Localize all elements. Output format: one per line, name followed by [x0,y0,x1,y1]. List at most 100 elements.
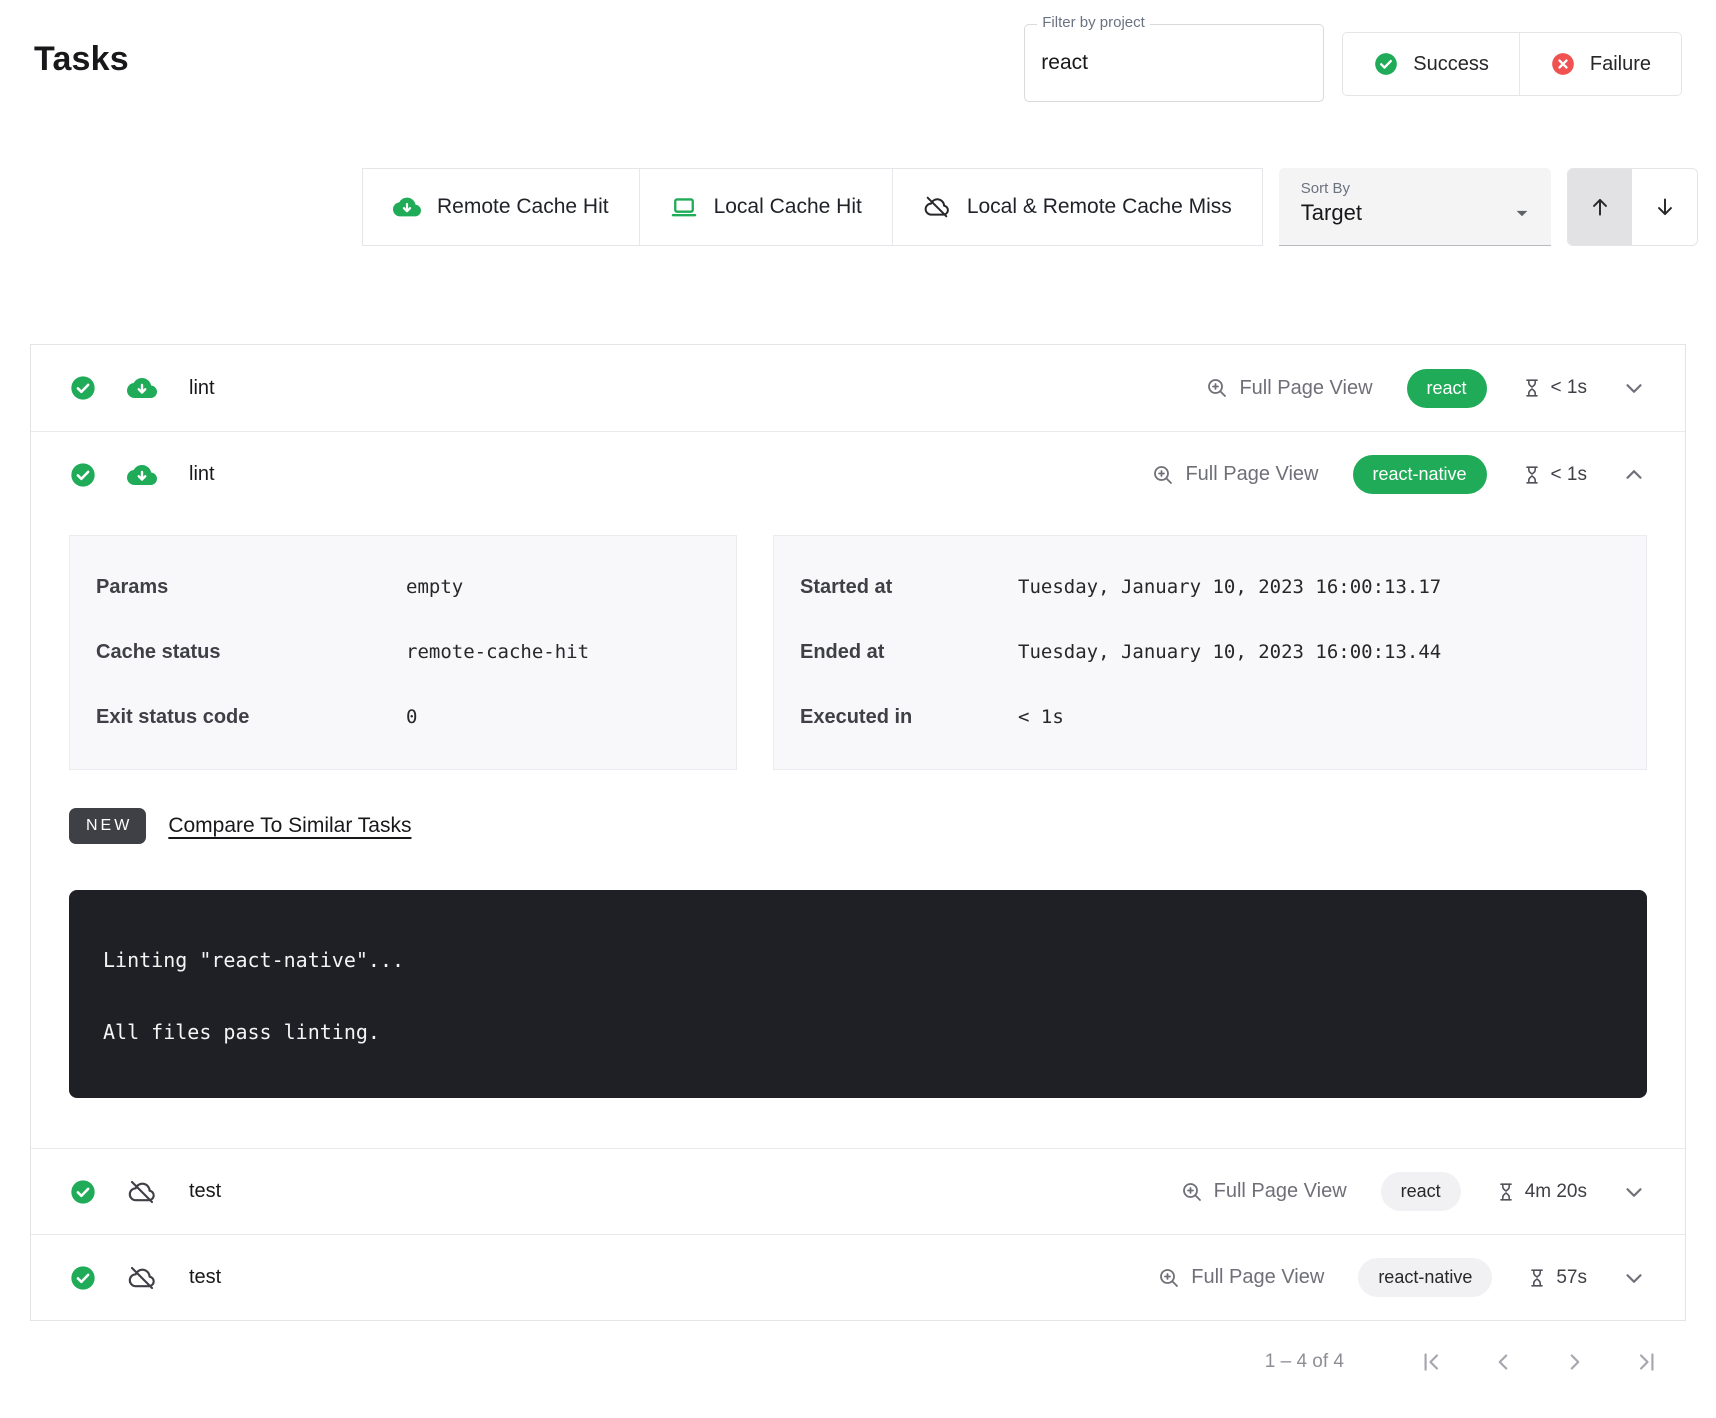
started-at-value: Tuesday, January 10, 2023 16:00:13.17 [1018,576,1441,598]
tasks-list-card: lint Full Page View react < 1s [30,344,1686,1321]
sort-descending-button[interactable] [1632,169,1697,245]
zoom-in-icon [1180,1180,1204,1204]
cloud-download-icon [393,193,421,221]
task-duration-value: < 1s [1551,377,1587,399]
check-circle-icon [69,461,97,489]
expand-row-button[interactable] [1621,1265,1647,1291]
full-page-view-button[interactable]: Full Page View [1151,463,1318,487]
next-page-button[interactable] [1562,1349,1588,1375]
failure-filter-button[interactable]: Failure [1519,33,1681,95]
task-row-lint-react-native[interactable]: lint Full Page View react-native < 1s [31,431,1685,517]
task-row-lint-react[interactable]: lint Full Page View react < 1s [31,345,1685,431]
task-row-right: Full Page View react-native < 1s [1151,455,1647,494]
task-duration: 57s [1526,1267,1587,1289]
project-badge: react-native [1358,1258,1492,1297]
failure-filter-label: Failure [1590,53,1651,76]
task-row-right: Full Page View react 4m 20s [1180,1172,1647,1211]
tasks-toolbar: Remote Cache Hit Local Cache Hit Local &… [362,168,1698,246]
sort-ascending-button[interactable] [1568,169,1633,245]
check-circle-icon [1373,51,1399,77]
arrow-up-icon [1587,194,1613,220]
task-row-left: test [69,1263,221,1293]
params-value: empty [406,576,463,598]
sort-by-label: Sort By [1301,180,1531,197]
task-duration-value: 57s [1556,1267,1587,1289]
pagination: 1 – 4 of 4 [0,1321,1716,1375]
x-circle-icon [1550,51,1576,77]
last-page-button[interactable] [1634,1349,1660,1375]
cache-filter-group: Remote Cache Hit Local Cache Hit Local &… [362,168,1263,246]
executed-in-row: Executed in < 1s [800,706,1620,729]
cache-miss-filter-button[interactable]: Local & Remote Cache Miss [892,169,1262,245]
local-cache-hit-filter-button[interactable]: Local Cache Hit [639,169,892,245]
expand-row-button[interactable] [1621,375,1647,401]
cache-status-row: Cache status remote-cache-hit [96,641,710,664]
remote-cache-hit-filter-button[interactable]: Remote Cache Hit [363,169,639,245]
chevron-up-icon [1621,462,1647,488]
params-label: Params [96,576,406,599]
started-at-label: Started at [800,576,1018,599]
task-duration: < 1s [1521,464,1587,486]
task-row-test-react[interactable]: test Full Page View react 4m 20s [31,1148,1685,1234]
success-filter-button[interactable]: Success [1343,33,1519,95]
hourglass-icon [1495,1181,1517,1203]
full-page-view-label: Full Page View [1185,463,1318,486]
task-duration-value: 4m 20s [1525,1181,1587,1203]
zoom-in-icon [1151,463,1175,487]
chevron-down-icon [1621,375,1647,401]
project-badge: react [1381,1172,1461,1211]
last-page-icon [1634,1349,1660,1375]
cache-miss-label: Local & Remote Cache Miss [967,195,1232,219]
executed-in-label: Executed in [800,706,1018,729]
first-page-button[interactable] [1418,1349,1444,1375]
task-target: test [189,1266,221,1289]
chevron-left-icon [1490,1349,1516,1375]
task-row-test-react-native[interactable]: test Full Page View react-native 57s [31,1234,1685,1320]
zoom-in-icon [1205,376,1229,400]
task-timing-panel: Started at Tuesday, January 10, 2023 16:… [773,535,1647,770]
check-circle-icon [69,1178,97,1206]
full-page-view-button[interactable]: Full Page View [1205,376,1372,400]
task-details: Params empty Cache status remote-cache-h… [31,517,1685,770]
full-page-view-label: Full Page View [1214,1180,1347,1203]
arrow-down-icon [1652,194,1678,220]
laptop-icon [670,193,698,221]
zoom-in-icon [1157,1266,1181,1290]
sort-direction-group [1567,168,1698,246]
cache-status-value: remote-cache-hit [406,641,589,663]
full-page-view-button[interactable]: Full Page View [1157,1266,1324,1290]
expand-row-button[interactable] [1621,1179,1647,1205]
hourglass-icon [1526,1267,1548,1289]
chevron-down-icon [1621,1265,1647,1291]
chevron-down-icon [1621,1179,1647,1205]
project-filter-field[interactable]: Filter by project [1024,24,1324,102]
page-title: Tasks [34,40,129,79]
params-row: Params empty [96,576,710,599]
task-row-left: lint [69,460,215,490]
project-filter-input[interactable] [1041,51,1315,75]
previous-page-button[interactable] [1490,1349,1516,1375]
task-target: lint [189,463,215,486]
pagination-controls [1418,1349,1660,1375]
collapse-row-button[interactable] [1621,462,1647,488]
task-row-right: Full Page View react < 1s [1205,369,1647,408]
sort-by-select[interactable]: Sort By Target [1279,168,1551,246]
task-row-left: lint [69,373,215,403]
ended-at-label: Ended at [800,641,1018,664]
task-row-left: test [69,1177,221,1207]
pagination-range: 1 – 4 of 4 [1265,1351,1344,1373]
compare-to-similar-tasks-link[interactable]: Compare To Similar Tasks [168,814,411,838]
cloud-download-icon [127,373,157,403]
first-page-icon [1418,1349,1444,1375]
local-cache-hit-label: Local Cache Hit [714,195,862,219]
full-page-view-button[interactable]: Full Page View [1180,1180,1347,1204]
dropdown-caret-icon [1509,200,1535,226]
task-target: test [189,1180,221,1203]
hourglass-icon [1521,377,1543,399]
terminal-line: Linting "react-native"... [103,948,1613,974]
task-duration: 4m 20s [1495,1181,1587,1203]
executed-in-value: < 1s [1018,706,1064,728]
remote-cache-hit-label: Remote Cache Hit [437,195,609,219]
project-badge: react-native [1353,455,1487,494]
header-controls: Filter by project Success Failure [1024,24,1682,102]
